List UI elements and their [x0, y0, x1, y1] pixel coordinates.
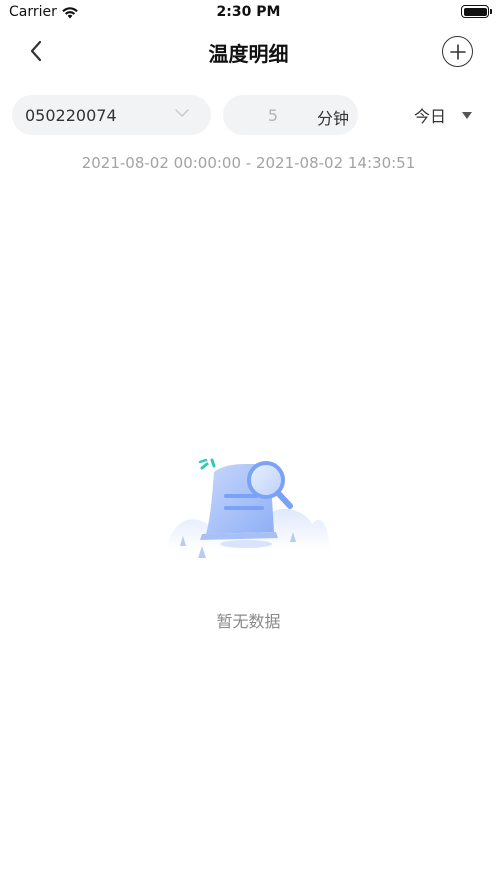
page-title: 温度明细 [208, 42, 289, 66]
interval-input[interactable] [223, 95, 323, 135]
document-magnifier-illustration [166, 458, 330, 558]
chevron-down-icon [175, 109, 189, 117]
date-range-label: 今日 [414, 107, 447, 126]
nav-bar: 温度明细 [0, 26, 497, 76]
interval-field: 分钟 [223, 95, 358, 135]
battery-icon [461, 5, 489, 18]
interval-unit-label: 分钟 [317, 109, 350, 128]
device-select[interactable]: 050220074 [12, 95, 211, 135]
device-id-value: 050220074 [25, 105, 117, 125]
time-range-text: 2021-08-02 00:00:00 - 2021-08-02 14:30:5… [81, 154, 416, 172]
date-range-select[interactable]: 今日 [414, 95, 473, 135]
plus-circle-icon [449, 43, 466, 60]
empty-message: 暂无数据 [216, 612, 281, 631]
filter-row: 050220074 分钟 今日 [0, 95, 497, 135]
status-bar: Carrier 2:30 PM [0, 0, 497, 26]
status-time: 2:30 PM [216, 4, 281, 20]
add-button[interactable] [442, 36, 473, 67]
battery-nub [490, 9, 492, 14]
triangle-down-icon [462, 111, 473, 119]
